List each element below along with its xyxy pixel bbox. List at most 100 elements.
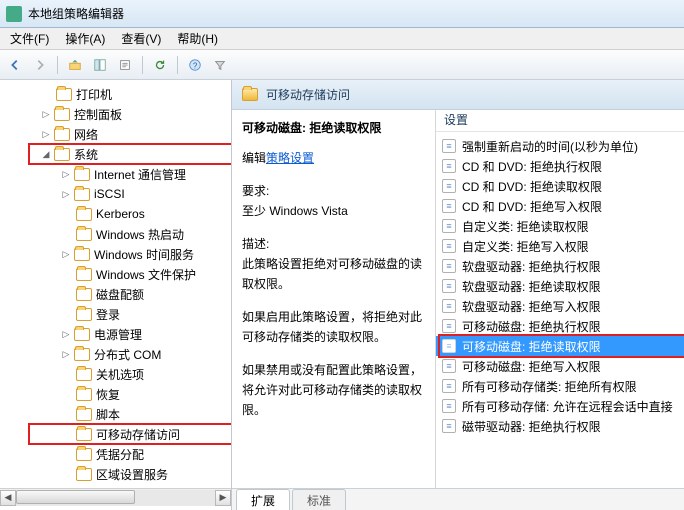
tree-node-win-time[interactable]: ▷Windows 时间服务 — [0, 244, 232, 264]
content-header: 可移动存储访问 — [232, 80, 684, 110]
folder-icon — [76, 228, 92, 241]
list-item[interactable]: 可移动磁盘: 拒绝写入权限 — [436, 356, 684, 376]
tree-node-diskquota[interactable]: 磁盘配额 — [0, 284, 232, 304]
expander-icon[interactable]: ▷ — [60, 168, 72, 180]
folder-icon — [76, 288, 92, 301]
list-item[interactable]: 强制重新启动的时间(以秒为单位) — [436, 136, 684, 156]
tree-node-recovery[interactable]: 恢复 — [0, 384, 232, 404]
policy-list-pane[interactable]: 设置 强制重新启动的时间(以秒为单位) CD 和 DVD: 拒绝执行权限 CD … — [436, 110, 684, 488]
policy-icon — [442, 339, 456, 353]
tree-node-control-panel[interactable]: ▷控制面板 — [0, 104, 232, 124]
list-item[interactable]: 磁带驱动器: 拒绝执行权限 — [436, 416, 684, 436]
expander-icon[interactable]: ▷ — [60, 188, 72, 200]
list-item[interactable]: 所有可移动存储类: 拒绝所有权限 — [436, 376, 684, 396]
list-item[interactable]: 自定义类: 拒绝读取权限 — [436, 216, 684, 236]
refresh-button[interactable] — [149, 54, 171, 76]
folder-icon — [74, 348, 90, 361]
menubar: 文件(F) 操作(A) 查看(V) 帮助(H) — [0, 28, 684, 50]
filter-button[interactable] — [209, 54, 231, 76]
up-button[interactable] — [64, 54, 86, 76]
tree-node-power[interactable]: ▷电源管理 — [0, 324, 232, 344]
tree-node-cred-delegation[interactable]: 凭据分配 — [0, 444, 232, 464]
policy-icon — [442, 379, 456, 393]
folder-icon — [76, 208, 92, 221]
description-para2: 如果禁用或没有配置此策略设置，将允许对此可移动存储类的读取权限。 — [242, 360, 425, 421]
app-icon — [6, 6, 22, 22]
expander-icon[interactable]: ▷ — [60, 348, 72, 360]
scroll-track[interactable] — [16, 490, 215, 506]
tree-node-locale[interactable]: 区域设置服务 — [0, 464, 232, 484]
tree-node-printers[interactable]: 打印机 — [0, 84, 232, 104]
scroll-left-button[interactable]: ◀ — [0, 490, 16, 506]
folder-icon — [76, 408, 92, 421]
help-button[interactable]: ? — [184, 54, 206, 76]
list-item[interactable]: 软盘驱动器: 拒绝执行权限 — [436, 256, 684, 276]
menu-help[interactable]: 帮助(H) — [171, 28, 224, 49]
expander-icon[interactable]: ▷ — [40, 108, 52, 120]
list-item[interactable]: CD 和 DVD: 拒绝写入权限 — [436, 196, 684, 216]
tree-node-network[interactable]: ▷网络 — [0, 124, 232, 144]
folder-icon — [76, 268, 92, 281]
tree-node-dcom[interactable]: ▷分布式 COM — [0, 344, 232, 364]
svg-text:?: ? — [193, 61, 198, 70]
tree-node-kerberos[interactable]: Kerberos — [0, 204, 232, 224]
policy-detail-pane: 可移动磁盘: 拒绝读取权限 编辑策略设置 要求: 至少 Windows Vist… — [232, 110, 436, 488]
toolbar-separator — [57, 56, 58, 74]
tree-node-shutdown[interactable]: 关机选项 — [0, 364, 232, 384]
scroll-right-button[interactable]: ▶ — [215, 490, 231, 506]
policy-icon — [442, 299, 456, 313]
menu-view[interactable]: 查看(V) — [115, 28, 167, 49]
expander-icon[interactable]: ▷ — [40, 128, 52, 140]
list-item[interactable]: CD 和 DVD: 拒绝读取权限 — [436, 176, 684, 196]
expander-icon[interactable]: ◢ — [40, 148, 52, 160]
tree-hscrollbar[interactable]: ◀ ▶ — [0, 488, 231, 506]
view-tabs: 扩展 标准 — [232, 488, 684, 510]
list-column-header[interactable]: 设置 — [436, 110, 684, 132]
policy-icon — [442, 279, 456, 293]
expander-icon[interactable]: ▷ — [60, 328, 72, 340]
tree-node-scripts[interactable]: 脚本 — [0, 404, 232, 424]
policy-icon — [442, 419, 456, 433]
main-area: 打印机 ▷控制面板 ▷网络 ◢系统 ▷Internet 通信管理 ▷iSCSI … — [0, 80, 684, 510]
tree-node-win-hotstart[interactable]: Windows 热启动 — [0, 224, 232, 244]
description-value: 此策略设置拒绝对可移动磁盘的读取权限。 — [242, 254, 425, 295]
toolbar-separator — [142, 56, 143, 74]
back-button[interactable] — [4, 54, 26, 76]
tree-node-win-fileprotect[interactable]: Windows 文件保护 — [0, 264, 232, 284]
tree-node-internet-comm[interactable]: ▷Internet 通信管理 — [0, 164, 232, 184]
folder-icon — [74, 328, 90, 341]
list-item[interactable]: 软盘驱动器: 拒绝读取权限 — [436, 276, 684, 296]
list-item-selected[interactable]: 可移动磁盘: 拒绝读取权限 — [436, 336, 684, 356]
folder-icon — [76, 468, 92, 481]
tree-node-logon[interactable]: 登录 — [0, 304, 232, 324]
tab-standard[interactable]: 标准 — [292, 489, 346, 510]
tree-pane[interactable]: 打印机 ▷控制面板 ▷网络 ◢系统 ▷Internet 通信管理 ▷iSCSI … — [0, 80, 232, 510]
scroll-thumb[interactable] — [16, 490, 135, 504]
folder-icon — [76, 368, 92, 381]
folder-icon — [76, 428, 92, 441]
export-button[interactable] — [114, 54, 136, 76]
titlebar: 本地组策略编辑器 — [0, 0, 684, 28]
list-item[interactable]: CD 和 DVD: 拒绝执行权限 — [436, 156, 684, 176]
tab-extended[interactable]: 扩展 — [236, 489, 290, 510]
list-item[interactable]: 自定义类: 拒绝写入权限 — [436, 236, 684, 256]
toolbar-separator — [177, 56, 178, 74]
menu-file[interactable]: 文件(F) — [4, 28, 55, 49]
tree-node-removable-storage[interactable]: 可移动存储访问 — [0, 424, 232, 444]
list-item[interactable]: 可移动磁盘: 拒绝执行权限 — [436, 316, 684, 336]
edit-policy-link[interactable]: 策略设置 — [266, 151, 314, 165]
folder-icon — [76, 388, 92, 401]
forward-button[interactable] — [29, 54, 51, 76]
show-hide-tree-button[interactable] — [89, 54, 111, 76]
right-pane: 可移动存储访问 可移动磁盘: 拒绝读取权限 编辑策略设置 要求: 至少 Wind… — [232, 80, 684, 510]
list-item[interactable]: 所有可移动存储: 允许在远程会话中直接 — [436, 396, 684, 416]
list-item[interactable]: 软盘驱动器: 拒绝写入权限 — [436, 296, 684, 316]
expander-icon[interactable]: ▷ — [60, 248, 72, 260]
tree-node-system[interactable]: ◢系统 — [0, 144, 232, 164]
policy-icon — [442, 159, 456, 173]
toolbar: ? — [0, 50, 684, 80]
policy-title: 可移动磁盘: 拒绝读取权限 — [242, 118, 425, 138]
policy-icon — [442, 359, 456, 373]
tree-node-iscsi[interactable]: ▷iSCSI — [0, 184, 232, 204]
menu-action[interactable]: 操作(A) — [59, 28, 111, 49]
